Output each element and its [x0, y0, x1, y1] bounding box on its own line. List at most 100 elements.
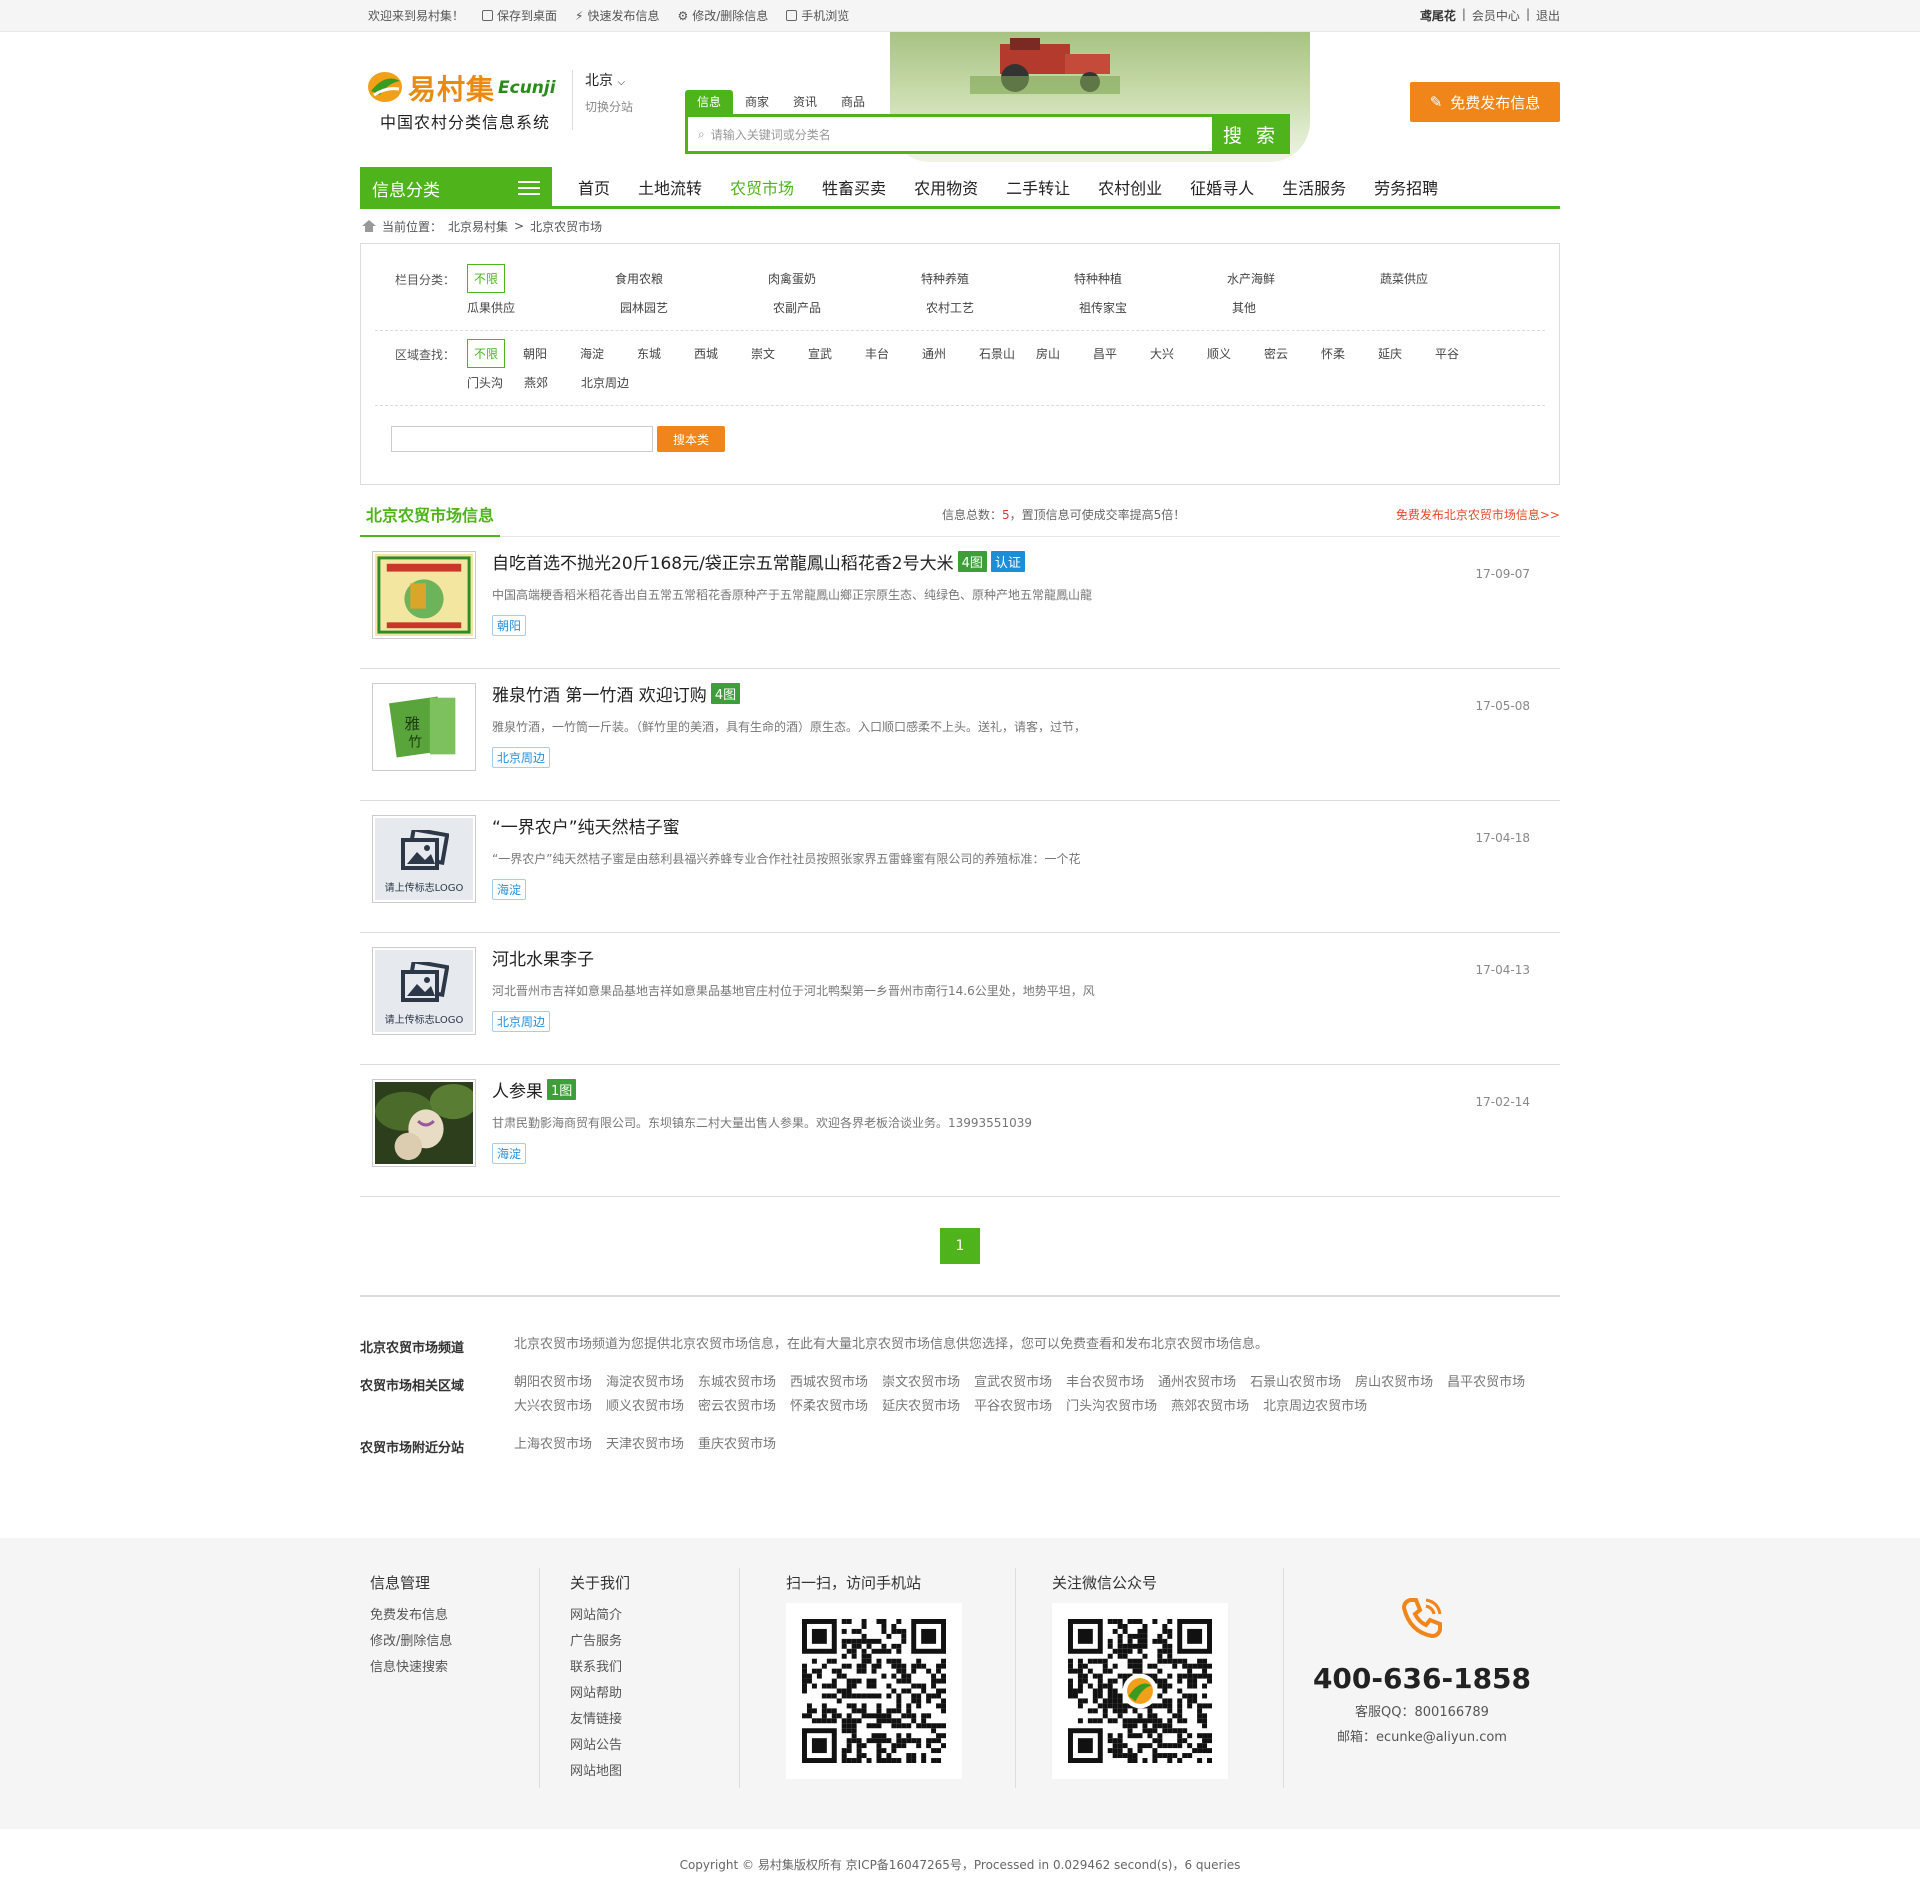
area-option[interactable]: 平谷 [1435, 339, 1492, 368]
seo-link[interactable]: 房山农贸市场 [1355, 1371, 1433, 1395]
nav-item-jobs[interactable]: 劳务招聘 [1360, 175, 1452, 199]
seo-link[interactable]: 燕郊农贸市场 [1171, 1395, 1249, 1419]
item-title[interactable]: 河北水果李子 [492, 945, 594, 970]
footer-link[interactable]: 修改/删除信息 [370, 1629, 539, 1655]
search-tab-goods[interactable]: 商品 [829, 90, 877, 114]
area-option[interactable]: 宣武 [808, 339, 865, 368]
seo-link[interactable]: 上海农贸市场 [514, 1433, 592, 1457]
item-area-tag[interactable]: 朝阳 [492, 615, 527, 636]
item-thumbnail[interactable]: 雅 竹 [372, 683, 476, 771]
area-option[interactable]: 不限 [467, 339, 506, 368]
item-area-tag[interactable]: 北京周边 [492, 747, 551, 768]
footer-link[interactable]: 信息快速搜索 [370, 1655, 539, 1681]
item-title[interactable]: 自吃首选不抛光20斤168元/袋正宗五常龍鳳山稻花香2号大米 [492, 549, 954, 574]
category-option[interactable]: 蔬菜供应 [1380, 264, 1533, 293]
category-menu-button[interactable]: 信息分类 [360, 167, 552, 209]
nav-item-startup[interactable]: 农村创业 [1084, 175, 1176, 199]
home-icon[interactable] [362, 220, 376, 232]
area-option[interactable]: 门头沟 [467, 368, 524, 397]
area-option[interactable]: 怀柔 [1321, 339, 1378, 368]
seo-link[interactable]: 丰台农贸市场 [1066, 1371, 1144, 1395]
list-item[interactable]: 请上传标志LOGO “一界农户”纯天然桔子蜜 “一界农户”纯天然桔子蜜是由慈利县… [360, 801, 1560, 933]
category-option[interactable]: 不限 [467, 264, 506, 293]
edit-delete-link[interactable]: ⚙ 修改/删除信息 [677, 7, 768, 24]
area-option[interactable]: 通州 [922, 339, 979, 368]
switch-city-link[interactable]: 切换分站 [585, 98, 633, 115]
seo-link[interactable]: 海淀农贸市场 [606, 1371, 684, 1395]
member-center-link[interactable]: 会员中心 [1472, 7, 1520, 24]
category-option[interactable]: 瓜果供应 [467, 293, 620, 322]
current-city[interactable]: 北京 [585, 73, 613, 89]
area-option[interactable]: 燕郊 [524, 368, 581, 397]
publish-button[interactable]: ✎ 免费发布信息 [1410, 82, 1560, 122]
nav-item-dating[interactable]: 征婚寻人 [1176, 175, 1268, 199]
mobile-link[interactable]: 手机浏览 [786, 7, 849, 24]
list-item[interactable]: 自吃首选不抛光20斤168元/袋正宗五常龍鳳山稻花香2号大米 4图 认证 中国高… [360, 537, 1560, 669]
nav-item-livestock[interactable]: 牲畜买卖 [808, 175, 900, 199]
category-option[interactable]: 特种种植 [1074, 264, 1227, 293]
seo-link[interactable]: 东城农贸市场 [698, 1371, 776, 1395]
seo-link[interactable]: 门头沟农贸市场 [1066, 1395, 1157, 1419]
search-category-button[interactable]: 搜本类 [657, 426, 725, 452]
category-option[interactable]: 农副产品 [773, 293, 926, 322]
item-area-tag[interactable]: 海淀 [492, 879, 527, 900]
save-desktop-label[interactable]: 保存到桌面 [497, 7, 557, 24]
search-tab-info[interactable]: 信息 [685, 90, 734, 114]
area-option[interactable]: 北京周边 [581, 368, 661, 397]
site-logo[interactable]: 易村集 Ecunji 中国农村分类信息系统 [366, 66, 566, 161]
city-switcher[interactable]: 北京 ⌵ 切换分站 [572, 70, 633, 130]
area-option[interactable]: 海淀 [580, 339, 637, 368]
mobile-label[interactable]: 手机浏览 [801, 7, 849, 24]
seo-link[interactable]: 昌平农贸市场 [1447, 1371, 1525, 1395]
seo-link[interactable]: 密云农贸市场 [698, 1395, 776, 1419]
area-option[interactable]: 延庆 [1378, 339, 1435, 368]
page-current[interactable]: 1 [940, 1228, 980, 1264]
category-option[interactable]: 食用农粮 [615, 264, 768, 293]
area-option[interactable]: 石景山 [979, 339, 1036, 368]
footer-link[interactable]: 友情链接 [570, 1707, 739, 1733]
seo-link[interactable]: 通州农贸市场 [1158, 1371, 1236, 1395]
category-option[interactable]: 农村工艺 [926, 293, 1079, 322]
search-button[interactable]: 搜 索 [1212, 114, 1290, 154]
area-option[interactable]: 房山 [1036, 339, 1093, 368]
category-option[interactable]: 祖传家宝 [1079, 293, 1232, 322]
nav-item-supplies[interactable]: 农用物资 [900, 175, 992, 199]
nav-item-secondhand[interactable]: 二手转让 [992, 175, 1084, 199]
seo-link[interactable]: 延庆农贸市场 [882, 1395, 960, 1419]
logout-link[interactable]: 退出 [1536, 7, 1560, 24]
seo-link[interactable]: 平谷农贸市场 [974, 1395, 1052, 1419]
footer-link[interactable]: 网站帮助 [570, 1681, 739, 1707]
seo-link[interactable]: 重庆农贸市场 [698, 1433, 776, 1457]
seo-link[interactable]: 怀柔农贸市场 [790, 1395, 868, 1419]
area-option[interactable]: 大兴 [1150, 339, 1207, 368]
nav-item-market[interactable]: 农贸市场 [716, 175, 808, 199]
item-thumbnail[interactable] [372, 551, 476, 639]
breadcrumb-current[interactable]: 北京农贸市场 [530, 218, 602, 235]
category-option[interactable]: 肉禽蛋奶 [768, 264, 921, 293]
footer-link[interactable]: 网站地图 [570, 1759, 739, 1785]
breadcrumb-site[interactable]: 北京易村集 [448, 218, 508, 235]
search-tab-merchant[interactable]: 商家 [733, 90, 781, 114]
nav-item-land[interactable]: 土地流转 [624, 175, 716, 199]
area-option[interactable]: 朝阳 [523, 339, 580, 368]
seo-link[interactable]: 大兴农贸市场 [514, 1395, 592, 1419]
keyword-input[interactable] [391, 426, 653, 452]
seo-link[interactable]: 天津农贸市场 [606, 1433, 684, 1457]
seo-link[interactable]: 北京周边农贸市场 [1263, 1395, 1367, 1419]
footer-link[interactable]: 网站公告 [570, 1733, 739, 1759]
search-tab-news[interactable]: 资讯 [781, 90, 829, 114]
seo-link[interactable]: 西城农贸市场 [790, 1371, 868, 1395]
item-area-tag[interactable]: 海淀 [492, 1143, 527, 1164]
nav-item-home[interactable]: 首页 [564, 175, 624, 199]
search-input[interactable]: ⌕ 请输入关键词或分类名 [688, 117, 1212, 151]
quick-publish-label[interactable]: 快速发布信息 [587, 7, 659, 24]
category-option[interactable]: 特种养殖 [921, 264, 1074, 293]
item-thumbnail[interactable] [372, 1079, 477, 1167]
save-desktop-link[interactable]: 保存到桌面 [482, 7, 557, 24]
footer-link[interactable]: 联系我们 [570, 1655, 739, 1681]
username-link[interactable]: 鸢尾花 [1420, 7, 1456, 24]
seo-link[interactable]: 宣武农贸市场 [974, 1371, 1052, 1395]
item-title[interactable]: “一界农户”纯天然桔子蜜 [492, 813, 680, 838]
seo-link[interactable]: 顺义农贸市场 [606, 1395, 684, 1419]
seo-link[interactable]: 崇文农贸市场 [882, 1371, 960, 1395]
